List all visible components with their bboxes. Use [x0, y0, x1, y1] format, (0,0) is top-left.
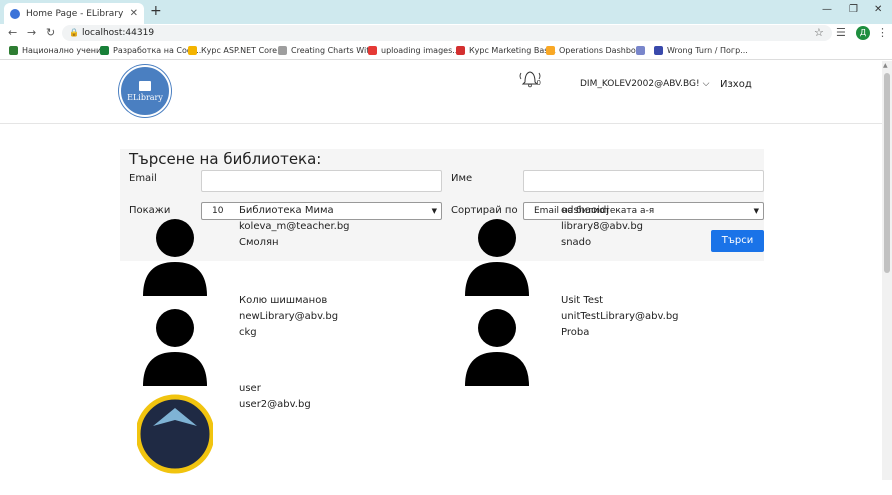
tab-title: Home Page - ELibrary [26, 8, 124, 19]
scroll-thumb[interactable] [884, 73, 890, 273]
person-avatar-icon [137, 306, 213, 386]
back-icon[interactable]: ← [8, 26, 17, 40]
library-email: user2@abv.bg [239, 399, 311, 410]
page-content: ELibrary 0 DIM_KOLEV2002@ABV.BG! ⌵ Изход… [0, 61, 882, 480]
user-email: DIM_KOLEV2002@ABV.BG! [580, 79, 700, 89]
library-city: Proba [561, 327, 590, 338]
library-email: newLibrary@abv.bg [239, 311, 339, 322]
profile-avatar[interactable]: Д [856, 26, 870, 40]
library-logo-icon [135, 394, 215, 474]
search-title: Търсене на библиотека: [129, 150, 322, 168]
bookmark-label: Creating Charts Wit... [291, 46, 377, 55]
bookmark-item[interactable]: Национално учени... [9, 46, 109, 55]
library-name: odshaoidj [561, 205, 610, 216]
new-tab-icon[interactable]: + [150, 4, 162, 18]
logout-link[interactable]: Изход [720, 79, 752, 90]
bookmark-label: Курс ASP.NET Core... [201, 46, 285, 55]
library-card[interactable]: user user2@abv.bg [135, 383, 437, 478]
person-avatar-icon [459, 216, 535, 296]
url-field[interactable]: 🔒 localhost:44319 [62, 25, 832, 41]
notification-count: 0 [537, 79, 541, 87]
bookmark-favicon-icon [100, 46, 109, 55]
bookmark-item[interactable]: Creating Charts Wit... [278, 46, 377, 55]
url-text: localhost:44319 [82, 28, 155, 38]
email-label: Email [129, 173, 157, 184]
name-label: Име [451, 173, 473, 184]
bookmark-item[interactable]: Курс Marketing Bas... [456, 46, 556, 55]
bookmark-label: Национално учени... [22, 46, 109, 55]
sort-label: Сортирай по [451, 205, 518, 216]
user-menu[interactable]: DIM_KOLEV2002@ABV.BG! ⌵ [580, 79, 709, 89]
tab-favicon-icon [10, 8, 20, 19]
library-name: Usit Test [561, 295, 604, 306]
elibrary-logo[interactable]: ELibrary [119, 65, 171, 117]
person-avatar-icon [137, 216, 213, 296]
bookmark-favicon-icon [278, 46, 287, 55]
reading-list-icon[interactable]: ☰ [836, 26, 846, 40]
bookmark-item[interactable] [636, 46, 649, 55]
bookmark-item[interactable]: uploading images... [368, 46, 460, 55]
library-city: Смолян [239, 237, 279, 248]
bookmark-favicon-icon [368, 46, 377, 55]
library-details: odshaoidj library8@abv.bg snado [561, 203, 643, 251]
library-email: unitTestLibrary@abv.bg [561, 311, 679, 322]
bookmark-favicon-icon [456, 46, 465, 55]
tab-close-icon[interactable]: ✕ [130, 8, 138, 19]
forward-icon[interactable]: → [27, 26, 36, 40]
bookmark-label: Wrong Turn / Погр... [667, 46, 748, 55]
bookmark-item[interactable]: Курс ASP.NET Core... [188, 46, 285, 55]
site-header: ELibrary 0 DIM_KOLEV2002@ABV.BG! ⌵ Изход [0, 61, 882, 124]
bookmark-item[interactable]: Разработка на Соф... [100, 46, 201, 55]
library-email: library8@abv.bg [561, 221, 644, 232]
logo-text: ELibrary [127, 92, 163, 102]
reload-icon[interactable]: ↻ [46, 26, 55, 40]
bookmark-favicon-icon [636, 46, 645, 55]
browser-tab[interactable]: Home Page - ELibrary ✕ [4, 3, 144, 24]
scroll-up-icon[interactable]: ▲ [883, 62, 888, 69]
chevron-down-icon: ⌵ [702, 79, 710, 89]
bookmark-favicon-icon [546, 46, 555, 55]
library-card[interactable]: Колю шишманов newLibrary@abv.bg ckg [137, 295, 437, 390]
browser-menu-icon[interactable]: ⋮ [877, 26, 888, 40]
bookmark-favicon-icon [9, 46, 18, 55]
library-name: Библиотека Мима [239, 205, 334, 216]
bookmark-label: Курс Marketing Bas... [469, 46, 557, 55]
minimize-icon[interactable]: — [822, 4, 832, 15]
library-name: Колю шишманов [239, 295, 328, 306]
library-badge-icon [12, 455, 98, 495]
library-details: Колю шишманов newLibrary@abv.bg ckg [239, 293, 338, 341]
email-input[interactable] [201, 170, 442, 192]
person-avatar-icon [459, 306, 535, 386]
bookmark-label: Operations Dashbo... [559, 46, 644, 55]
notification-bell-icon[interactable]: 0 [516, 67, 544, 89]
window-close-icon[interactable]: ✕ [874, 4, 882, 15]
library-card[interactable]: odshaoidj library8@abv.bg snado [459, 205, 759, 300]
bookmarks-bar: Национално учени... Разработка на Соф... К… [0, 42, 892, 60]
name-input[interactable] [523, 170, 764, 192]
bookmark-star-icon[interactable]: ☆ [814, 26, 824, 40]
library-city: ckg [239, 327, 257, 338]
bookmark-item[interactable]: Operations Dashbo... [546, 46, 643, 55]
page-scrollbar[interactable]: ▲ [882, 61, 892, 480]
bookmark-label: uploading images... [381, 46, 460, 55]
library-details: Библиотека Мима koleva_m@teacher.bg Смолян [239, 203, 350, 251]
library-card[interactable]: Usit Test unitTestLibrary@abv.bg Proba [459, 295, 759, 390]
lock-icon: 🔒 [69, 28, 79, 37]
library-email: koleva_m@teacher.bg [239, 221, 350, 232]
library-city [239, 413, 311, 429]
browser-address-bar: ← → ↻ 🔒 localhost:44319 ☆ ☰ Д ⋮ [0, 24, 892, 42]
show-label: Покажи [129, 205, 171, 216]
maximize-icon[interactable]: ❐ [849, 4, 858, 15]
library-details: Usit Test unitTestLibrary@abv.bg Proba [561, 293, 679, 341]
browser-tab-bar: Home Page - ELibrary ✕ + — ❐ ✕ [0, 0, 892, 24]
book-icon [139, 80, 151, 91]
library-details: user user2@abv.bg [239, 381, 311, 429]
bookmark-favicon-icon [654, 46, 663, 55]
library-name: user [239, 383, 261, 394]
page-size-value: 10 [212, 206, 224, 216]
bookmark-item[interactable]: Wrong Turn / Погр... [654, 46, 748, 55]
bookmark-favicon-icon [188, 46, 197, 55]
library-city: snado [561, 237, 592, 248]
library-card[interactable]: Библиотека Мима koleva_m@teacher.bg Смолян [137, 205, 437, 300]
